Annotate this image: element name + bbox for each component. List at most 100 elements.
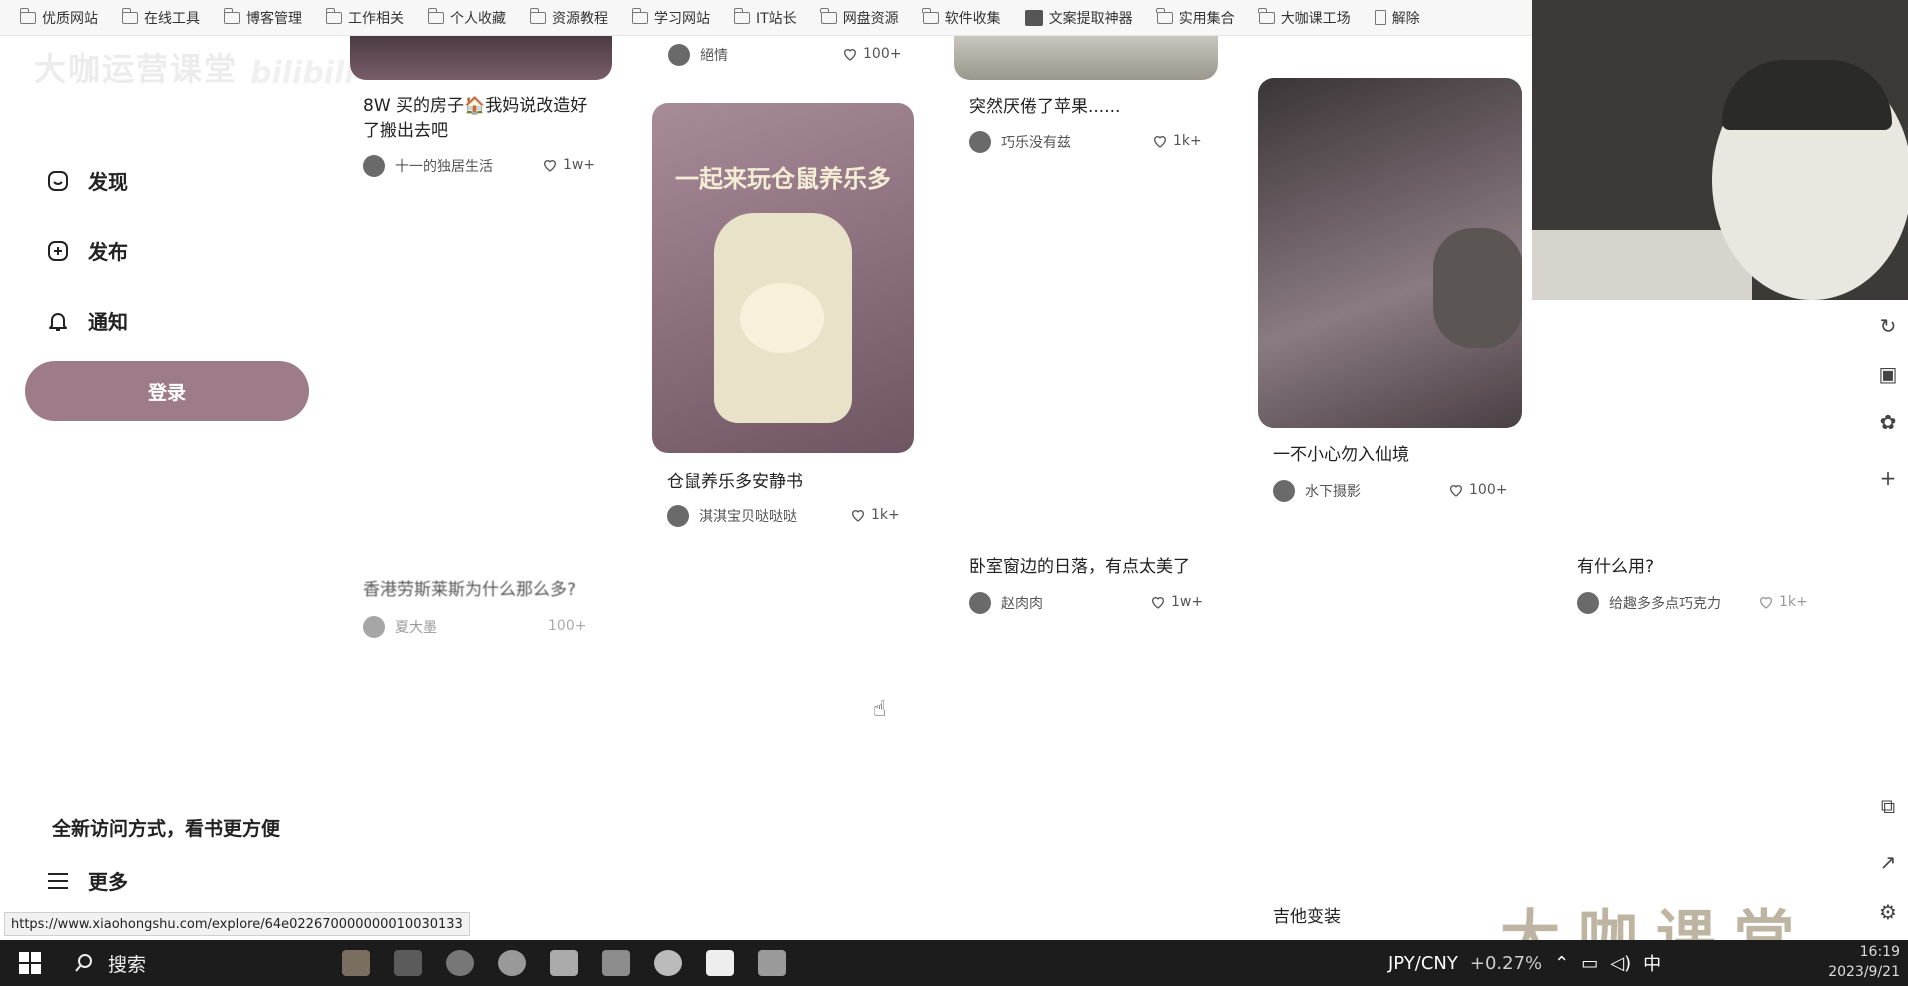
taskbar-app[interactable]	[746, 940, 798, 986]
bookmark-item[interactable]: 解除	[1374, 8, 1420, 28]
notes-icon	[550, 950, 578, 976]
flower-app-icon	[654, 950, 682, 976]
windows-icon	[19, 952, 41, 974]
like-button[interactable]: 1k+	[1758, 594, 1808, 610]
like-button[interactable]: 100+	[842, 46, 901, 62]
hamster-face	[740, 283, 824, 353]
volume-icon[interactable]: ◁)	[1610, 953, 1631, 974]
gear-icon[interactable]: ⚙	[1876, 900, 1900, 924]
heart-icon	[1759, 597, 1773, 609]
note-cover[interactable]	[1258, 78, 1522, 428]
settings-flower-icon[interactable]: ✿	[1876, 410, 1900, 434]
bilibili-watermark: bilibili	[250, 56, 355, 91]
bookmark-item[interactable]: 工作相关	[325, 7, 404, 28]
like-button[interactable]: 1k+	[850, 507, 900, 523]
like-button[interactable]: 1w+	[542, 157, 595, 173]
taskbar-app[interactable]	[434, 940, 486, 986]
hair	[1722, 60, 1892, 130]
bookmark-item[interactable]: 资源教程	[529, 7, 608, 28]
chrome-icon	[498, 950, 526, 976]
heart-icon	[543, 160, 557, 172]
heart-icon	[1153, 136, 1167, 148]
folder-icon	[820, 7, 837, 24]
app-icon[interactable]: ▣	[1876, 362, 1900, 386]
bookmark-item[interactable]: IT站长	[733, 7, 797, 28]
bookmark-item[interactable]: 大咖课工场	[1258, 7, 1351, 28]
bookmark-item[interactable]: 学习网站	[631, 7, 710, 28]
plus-icon[interactable]: +	[1876, 466, 1900, 490]
taskbar-app[interactable]	[330, 940, 382, 986]
bookmark-item[interactable]: 在线工具	[121, 7, 200, 28]
note-author[interactable]: 给趣多多点巧克力	[1577, 592, 1721, 614]
note-title[interactable]: 香港劳斯莱斯为什么那么多?	[363, 578, 613, 603]
taskbar-app[interactable]	[590, 940, 642, 986]
bookmark-item[interactable]: 软件收集	[922, 7, 1001, 28]
bookmark-item[interactable]: 个人收藏	[427, 7, 506, 28]
note-author[interactable]: 夏大墨	[363, 616, 437, 638]
network-icon[interactable]: ▭	[1581, 953, 1598, 974]
note-cover[interactable]: 一起来玩仓鼠养乐多	[652, 103, 914, 453]
taskbar-app[interactable]	[642, 940, 694, 986]
taskbar-search[interactable]: 搜索	[60, 940, 330, 986]
like-button[interactable]: 1k+	[1152, 133, 1202, 149]
bookshelf	[1532, 230, 1752, 300]
note-author[interactable]: 巧乐没有兹	[969, 131, 1071, 153]
note-title[interactable]: 突然厌倦了苹果......	[969, 95, 1120, 120]
external-link-icon[interactable]: ↗	[1876, 850, 1900, 874]
note-title[interactable]: 仓鼠养乐多安静书	[667, 470, 803, 495]
nav-discover[interactable]: 发现	[46, 166, 128, 195]
taskbar-app[interactable]	[694, 940, 746, 986]
taskbar: 搜索 JPY/CNY +0.27% ⌃ ▭ ◁) 中 16:19 2023/9/…	[0, 940, 1908, 986]
refresh-icon[interactable]: ↻	[1876, 314, 1900, 338]
more-menu[interactable]: 更多	[46, 866, 128, 895]
login-button[interactable]: 登录	[25, 361, 309, 421]
menu-icon	[46, 869, 70, 893]
chevron-up-icon[interactable]: ⌃	[1554, 953, 1569, 974]
hand-cursor-icon: ☝	[873, 697, 887, 722]
note-title[interactable]: 8W 买的房子🏠我妈说改造好 了搬出去吧	[363, 94, 613, 144]
nav-notifications[interactable]: 通知	[46, 306, 128, 335]
note-author[interactable]: 絕情	[668, 44, 728, 66]
bookmark-item[interactable]: 实用集合	[1156, 7, 1235, 28]
app-thumbnail-icon	[342, 950, 370, 976]
search-icon	[75, 954, 92, 972]
note-title[interactable]: 一不小心勿入仙境	[1273, 443, 1409, 468]
document-icon	[1374, 10, 1386, 25]
bookmark-item[interactable]: 优质网站	[19, 7, 98, 28]
screenshot-icon[interactable]: ⧉	[1876, 794, 1900, 818]
note-author[interactable]: 水下摄影	[1273, 480, 1361, 502]
taskbar-app[interactable]	[538, 940, 590, 986]
clock[interactable]: 16:19 2023/9/21	[1828, 942, 1900, 982]
folder-icon	[631, 7, 648, 24]
folder-icon	[529, 7, 546, 24]
avatar	[969, 131, 991, 153]
heart-icon	[851, 510, 865, 522]
plus-square-icon	[46, 239, 70, 263]
folder-icon	[223, 7, 240, 24]
note-title[interactable]: 卧室窗边的日落，有点太美了	[969, 555, 1190, 580]
note-cover[interactable]	[954, 36, 1218, 80]
like-button[interactable]: 100+	[1448, 482, 1507, 498]
currency-label[interactable]: JPY/CNY	[1388, 953, 1458, 974]
note-author[interactable]: 赵肉肉	[969, 592, 1043, 614]
taskbar-app[interactable]	[382, 940, 434, 986]
note-title[interactable]: 有什么用?	[1577, 555, 1654, 580]
avatar	[667, 505, 689, 527]
folder-icon	[922, 7, 939, 24]
like-button[interactable]: 1w+	[1150, 594, 1203, 610]
ime-indicator[interactable]: 中	[1643, 950, 1661, 976]
bookmark-item[interactable]: 网盘资源	[820, 7, 899, 28]
bookmark-item[interactable]: 文案提取神器	[1024, 8, 1133, 28]
note-author[interactable]: 淇淇宝贝哒哒哒	[667, 505, 797, 527]
note-title[interactable]: 吉他变装	[1273, 905, 1341, 930]
avatar	[668, 44, 690, 66]
note-cover[interactable]	[350, 36, 612, 80]
bookmark-item[interactable]: 博客管理	[223, 7, 302, 28]
like-button[interactable]: 100+	[548, 618, 586, 634]
start-button[interactable]	[0, 940, 60, 986]
note-author[interactable]: 十一的独居生活	[363, 155, 493, 177]
home-icon	[46, 169, 70, 193]
typora-icon	[706, 950, 734, 976]
taskbar-app[interactable]	[486, 940, 538, 986]
nav-publish[interactable]: 发布	[46, 236, 128, 265]
